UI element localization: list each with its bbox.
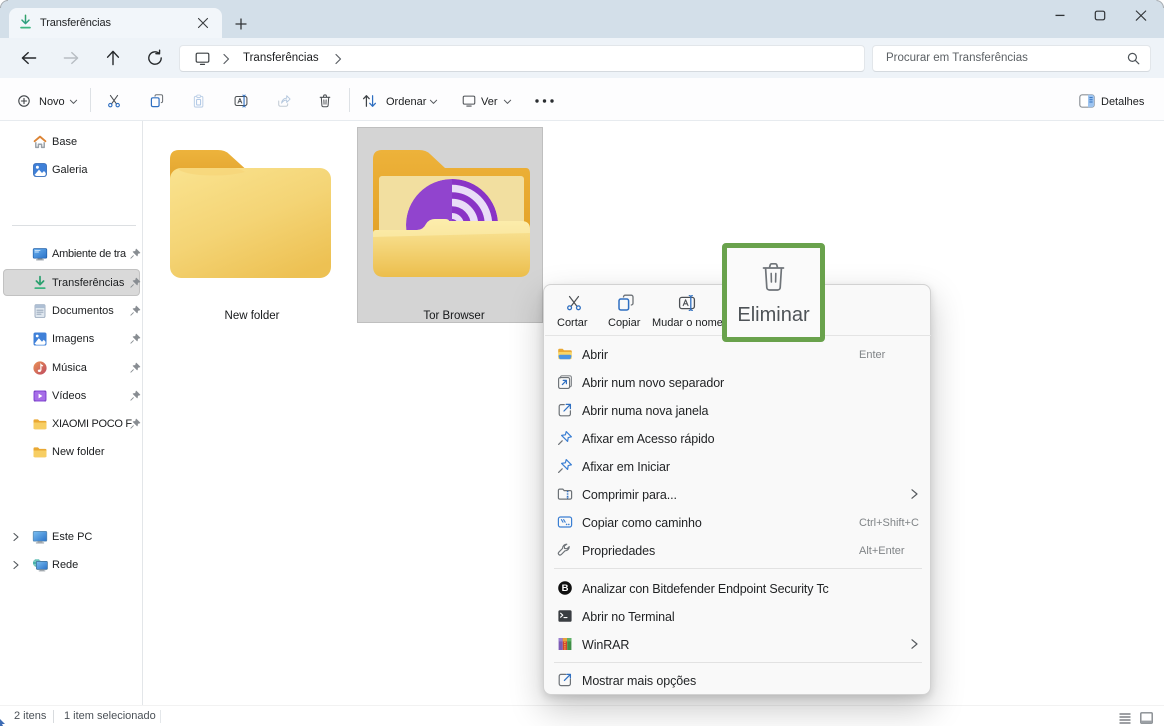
svg-text:B: B	[562, 583, 569, 594]
